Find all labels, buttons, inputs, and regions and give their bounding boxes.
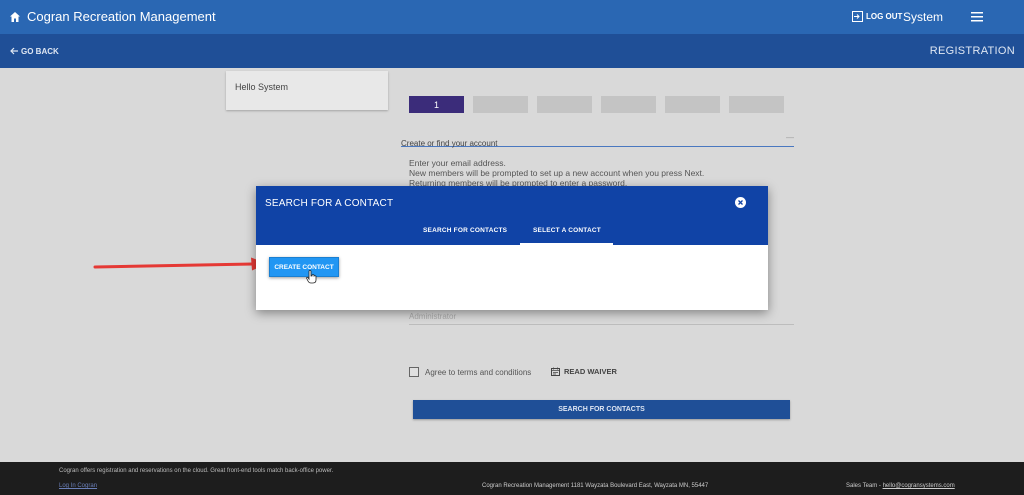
step-5[interactable] xyxy=(665,96,720,113)
go-back-label: GO BACK xyxy=(21,46,59,56)
hamburger-menu-icon[interactable] xyxy=(971,12,983,22)
step-progress: 1 xyxy=(409,96,784,113)
tab-search-for-contacts[interactable]: SEARCH FOR CONTACTS xyxy=(423,227,507,234)
close-icon[interactable] xyxy=(735,197,746,208)
account-heading: Create or find your account xyxy=(401,139,498,148)
home-icon[interactable] xyxy=(9,11,21,23)
sales-email-link[interactable]: hello@cogransystems.com xyxy=(883,483,955,489)
user-name[interactable]: System xyxy=(903,10,943,24)
read-waiver-label: READ WAIVER xyxy=(564,367,617,376)
read-waiver-button[interactable]: READ WAIVER xyxy=(551,367,617,376)
step-1[interactable]: 1 xyxy=(409,96,464,113)
search-contact-dialog: SEARCH FOR A CONTACT SEARCH FOR CONTACTS… xyxy=(256,186,768,310)
collapse-indicator: — xyxy=(786,133,794,142)
account-instructions: Enter your email address. New members wi… xyxy=(409,158,704,188)
greeting-card: Hello System xyxy=(226,71,388,110)
terms-checkbox[interactable] xyxy=(409,367,419,377)
sales-prefix: Sales Team - xyxy=(846,483,883,489)
footer-login-link[interactable]: Log In Cogran xyxy=(59,483,97,489)
annotation-arrow xyxy=(93,257,267,271)
secondary-bar: GO BACK REGISTRATION xyxy=(0,34,1024,68)
terms-label: Agree to terms and conditions xyxy=(425,367,532,377)
footer-tagline: Cogran offers registration and reservati… xyxy=(59,468,334,474)
section-title: REGISTRATION xyxy=(929,45,1015,57)
go-back-button[interactable]: GO BACK xyxy=(9,46,59,56)
calendar-icon xyxy=(551,367,560,376)
active-tab-indicator xyxy=(520,243,613,245)
terms-row: Agree to terms and conditions xyxy=(409,367,531,377)
step-4[interactable] xyxy=(601,96,656,113)
page-footer: Cogran offers registration and reservati… xyxy=(0,462,1024,495)
greeting-text: Hello System xyxy=(235,82,289,92)
footer-address: Cogran Recreation Management 1181 Wayzat… xyxy=(482,483,709,489)
dialog-header: SEARCH FOR A CONTACT SEARCH FOR CONTACTS… xyxy=(256,186,768,245)
logout-label: LOG OUT xyxy=(866,12,903,21)
step-3[interactable] xyxy=(537,96,592,113)
search-for-contacts-button[interactable]: SEARCH FOR CONTACTS xyxy=(413,400,790,419)
arrow-left-icon xyxy=(10,47,18,55)
step-2[interactable] xyxy=(473,96,528,113)
tab-select-a-contact[interactable]: SELECT A CONTACT xyxy=(533,227,601,234)
create-contact-button[interactable]: CREATE CONTACT xyxy=(269,257,339,277)
footer-sales: Sales Team - hello@cogransystems.com xyxy=(846,483,955,489)
instruction-line: New members will be prompted to set up a… xyxy=(409,168,705,178)
dialog-tabs: SEARCH FOR CONTACTS SELECT A CONTACT xyxy=(256,223,768,245)
instruction-line: Enter your email address. xyxy=(409,158,506,168)
step-6[interactable] xyxy=(729,96,784,113)
account-section-header[interactable]: Create or find your account — xyxy=(401,133,794,148)
administrator-field[interactable]: Administrator xyxy=(409,312,794,325)
app-title[interactable]: Cogran Recreation Management xyxy=(27,9,216,24)
logout-button[interactable]: LOG OUT xyxy=(852,11,902,22)
logout-icon xyxy=(852,11,863,22)
hand-cursor-icon xyxy=(306,270,317,284)
top-app-bar: Cogran Recreation Management LOG OUT Sys… xyxy=(0,0,1024,34)
dialog-title: SEARCH FOR A CONTACT xyxy=(265,198,394,209)
